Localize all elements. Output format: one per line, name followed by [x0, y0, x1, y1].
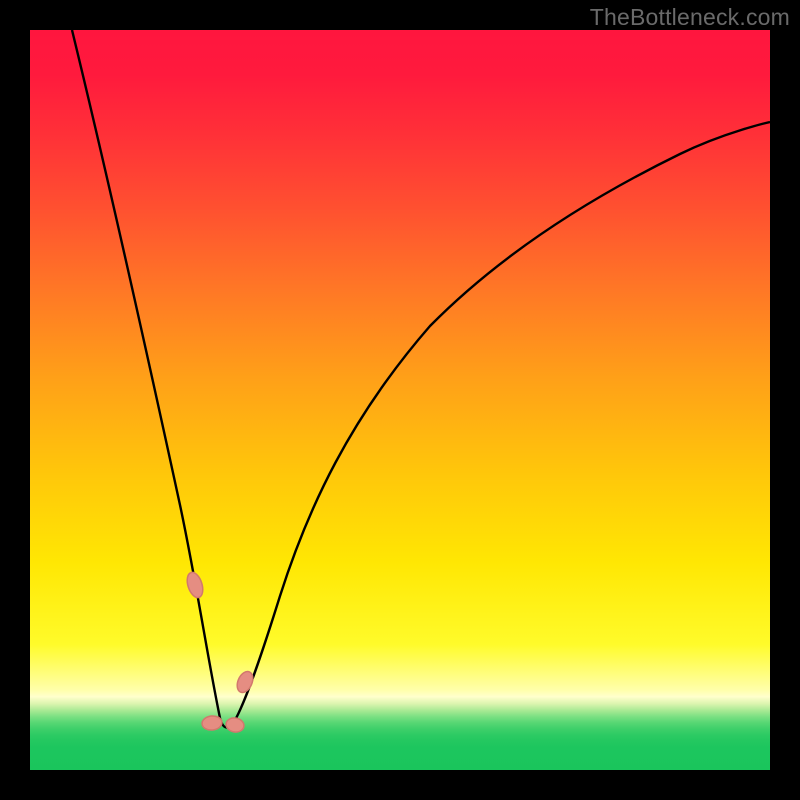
plot-area: [30, 30, 770, 770]
pill-bottom-right: [225, 717, 245, 734]
curve-layer: [30, 30, 770, 770]
pill-bottom-left: [201, 715, 222, 731]
pill-right-upper: [234, 669, 256, 695]
chart-frame: TheBottleneck.com: [0, 0, 800, 800]
watermark-text: TheBottleneck.com: [590, 4, 790, 31]
pill-left: [184, 570, 205, 599]
bottleneck-curve: [72, 30, 770, 728]
marker-group: [184, 570, 256, 733]
